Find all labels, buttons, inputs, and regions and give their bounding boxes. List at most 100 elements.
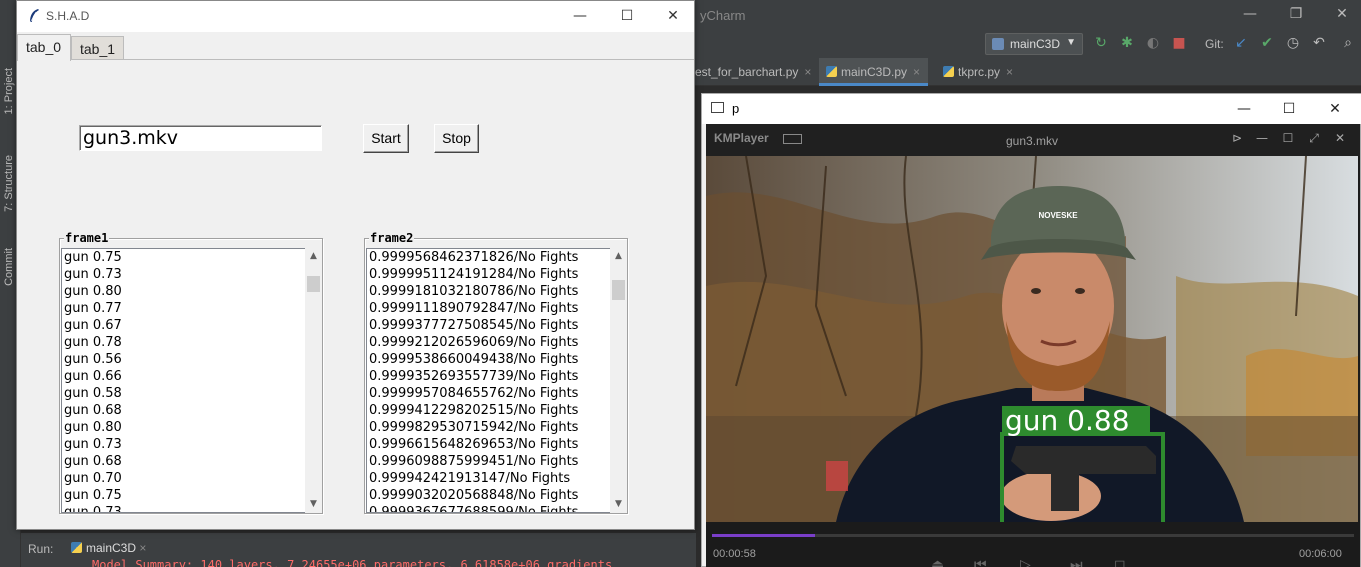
- run-config-label: mainC3D: [1010, 37, 1061, 51]
- search-icon[interactable]: ⌕: [1340, 35, 1356, 51]
- previous-icon[interactable]: ⏮: [974, 557, 987, 567]
- frame1-listbox[interactable]: gun 0.75 gun 0.73 gun 0.80 gun 0.77 gun 0.67…: [61, 248, 306, 513]
- pin-icon[interactable]: ⊳: [1229, 131, 1245, 145]
- list-item[interactable]: 0.9996615648269653/No Fights: [367, 436, 610, 453]
- seek-bar[interactable]: [712, 534, 1354, 537]
- stop-icon[interactable]: ■: [1171, 35, 1187, 51]
- scroll-down-icon[interactable]: ▼: [305, 496, 322, 513]
- close-icon[interactable]: ×: [804, 65, 811, 79]
- kmplayer-titlebar: p — ☐ ✕: [702, 94, 1361, 124]
- scroll-up-icon[interactable]: ▲: [610, 248, 627, 265]
- list-item[interactable]: 0.9999352693557739/No Fights: [367, 368, 610, 385]
- frame2-label: frame2: [369, 231, 415, 245]
- tool-window-commit[interactable]: Commit: [3, 248, 15, 286]
- list-item[interactable]: 0.9999957084655762/No Fights: [367, 385, 610, 402]
- video-frame[interactable]: NOVESKE gun 0.88: [706, 156, 1358, 522]
- close-icon[interactable]: ✕: [1332, 131, 1348, 145]
- frame2-listbox[interactable]: 0.9999568462371826/No Fights 0.9999951124…: [366, 248, 611, 513]
- list-item[interactable]: gun 0.75: [62, 487, 305, 504]
- list-item[interactable]: gun 0.75: [62, 249, 305, 266]
- minimize-button[interactable]: —: [1232, 99, 1256, 119]
- stop-button[interactable]: Stop: [434, 124, 479, 153]
- maximize-icon[interactable]: ☐: [1280, 131, 1296, 145]
- video-file-input[interactable]: gun3.mkv: [79, 125, 322, 151]
- pycharm-minimize-button[interactable]: —: [1240, 6, 1260, 22]
- list-item[interactable]: 0.9996098875999451/No Fights: [367, 453, 610, 470]
- list-item[interactable]: 0.9999538660049438/No Fights: [367, 351, 610, 368]
- list-item[interactable]: 0.9999951124191284/No Fights: [367, 266, 610, 283]
- rerun-icon[interactable]: ↻: [1093, 35, 1109, 51]
- close-icon[interactable]: ×: [913, 65, 920, 79]
- tab-tab-0[interactable]: tab_0: [17, 34, 71, 61]
- frame2-scrollbar[interactable]: ▲ ▼: [610, 248, 627, 513]
- minimize-icon[interactable]: —: [1254, 131, 1270, 145]
- tab-est-for-barchart[interactable]: est_for_barchart.py ×: [695, 58, 811, 86]
- coverage-icon[interactable]: ◐: [1145, 35, 1161, 51]
- tool-window-project[interactable]: 1: Project: [3, 68, 15, 114]
- tab-tab-1[interactable]: tab_1: [71, 36, 124, 60]
- list-item[interactable]: gun 0.73: [62, 436, 305, 453]
- rollback-icon[interactable]: ↶: [1311, 35, 1327, 51]
- list-item[interactable]: gun 0.77: [62, 300, 305, 317]
- menu-icon[interactable]: [783, 134, 802, 144]
- notebook-tabs: tab_0 tab_1: [17, 34, 694, 61]
- close-button[interactable]: ✕: [1323, 99, 1347, 119]
- close-icon[interactable]: ×: [1006, 65, 1013, 79]
- list-item[interactable]: gun 0.80: [62, 283, 305, 300]
- fullscreen-icon[interactable]: ⤢: [1306, 131, 1322, 146]
- list-item[interactable]: 0.9999568462371826/No Fights: [367, 249, 610, 266]
- close-button[interactable]: ✕: [659, 6, 687, 26]
- play-icon[interactable]: ▷: [1020, 557, 1031, 567]
- kmplayer-logo: KMPlayer: [714, 131, 769, 145]
- next-icon[interactable]: ⏭: [1070, 557, 1083, 567]
- list-item[interactable]: 0.9999032020568848/No Fights: [367, 487, 610, 504]
- pycharm-close-button[interactable]: ✕: [1332, 6, 1352, 22]
- debug-icon[interactable]: ✱: [1119, 35, 1135, 51]
- history-icon[interactable]: ◷: [1285, 35, 1301, 51]
- eject-icon[interactable]: ⏏: [931, 557, 944, 567]
- tab-mainc3d[interactable]: mainC3D.py ×: [819, 58, 929, 86]
- list-item[interactable]: gun 0.67: [62, 317, 305, 334]
- scroll-down-icon[interactable]: ▼: [610, 496, 627, 513]
- list-item[interactable]: gun 0.78: [62, 334, 305, 351]
- run-tab-mainc3d[interactable]: mainC3D ×: [71, 541, 146, 555]
- minimize-button[interactable]: —: [566, 6, 594, 26]
- tool-window-structure[interactable]: 7: Structure: [3, 155, 15, 212]
- maximize-button[interactable]: ☐: [613, 6, 641, 26]
- git-update-icon[interactable]: ↙: [1233, 35, 1249, 51]
- list-item[interactable]: 0.9999181032180786/No Fights: [367, 283, 610, 300]
- kmplayer-player: KMPlayer gun3.mkv ⊳ — ☐ ⤢ ✕ NOVESKE gun …: [706, 124, 1360, 567]
- playing-filename: gun3.mkv: [1006, 134, 1059, 148]
- frame1-label: frame1: [64, 231, 110, 245]
- list-item[interactable]: gun 0.68: [62, 453, 305, 470]
- list-item[interactable]: 0.999942421913147/No Fights: [367, 470, 610, 487]
- close-icon[interactable]: ×: [139, 541, 146, 555]
- scroll-up-icon[interactable]: ▲: [305, 248, 322, 265]
- scroll-thumb[interactable]: [612, 280, 625, 300]
- scroll-thumb[interactable]: [307, 276, 320, 292]
- console-output: Model Summary: 140 layers, 7.24655e+06 p…: [92, 558, 613, 567]
- start-button[interactable]: Start: [363, 124, 409, 153]
- list-item[interactable]: gun 0.73: [62, 504, 305, 512]
- list-item[interactable]: gun 0.70: [62, 470, 305, 487]
- list-item[interactable]: gun 0.68: [62, 402, 305, 419]
- list-item[interactable]: 0.9999367677688599/No Fights: [367, 504, 610, 512]
- list-item[interactable]: 0.9999829530715942/No Fights: [367, 419, 610, 436]
- pycharm-maximize-button[interactable]: ❐: [1286, 6, 1306, 22]
- list-item[interactable]: 0.9999111890792847/No Fights: [367, 300, 610, 317]
- git-label: Git:: [1205, 37, 1224, 51]
- run-config-dropdown[interactable]: mainC3D ▼: [985, 33, 1083, 55]
- maximize-button[interactable]: ☐: [1277, 99, 1301, 119]
- frame1-scrollbar[interactable]: ▲ ▼: [305, 248, 322, 513]
- list-item[interactable]: gun 0.66: [62, 368, 305, 385]
- list-item[interactable]: gun 0.56: [62, 351, 305, 368]
- list-item[interactable]: 0.9999212026596069/No Fights: [367, 334, 610, 351]
- list-item[interactable]: gun 0.58: [62, 385, 305, 402]
- tab-tkprc[interactable]: tkprc.py ×: [939, 58, 1013, 86]
- list-item[interactable]: gun 0.73: [62, 266, 305, 283]
- list-item[interactable]: gun 0.80: [62, 419, 305, 436]
- list-item[interactable]: 0.9999377727508545/No Fights: [367, 317, 610, 334]
- list-item[interactable]: 0.9999412298202515/No Fights: [367, 402, 610, 419]
- git-commit-icon[interactable]: ✔: [1259, 35, 1275, 51]
- stop-icon[interactable]: ◻: [1114, 557, 1126, 567]
